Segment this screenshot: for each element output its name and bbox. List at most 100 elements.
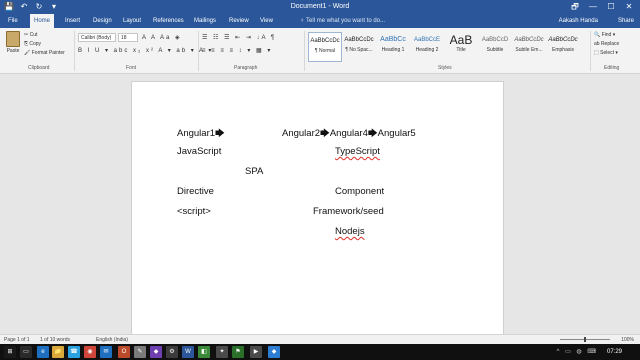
doc-line[interactable]: Angular2🡆Angular4🡆Angular5 — [282, 126, 416, 142]
tab-file[interactable]: File — [4, 14, 22, 28]
style-name: Emphasis — [552, 47, 574, 53]
group-divider — [74, 31, 75, 71]
taskbar-app-icon[interactable]: O — [118, 346, 130, 358]
clipboard-commands: ✂ Cut ⎘ Copy 🖌 Format Painter — [24, 31, 65, 58]
taskbar-app-icon[interactable]: ☎ — [68, 346, 80, 358]
window-title: Document1 - Word — [290, 3, 350, 10]
close-button[interactable]: ✕ — [620, 0, 638, 14]
style-preview: AaBbCcD — [481, 37, 509, 43]
user-name[interactable]: Aakash Handa — [559, 14, 598, 28]
share-button[interactable]: Share — [618, 14, 634, 28]
tab-view[interactable]: View — [256, 14, 277, 28]
window-controls: 🗗 — ☐ ✕ — [566, 0, 638, 14]
taskbar-app-icon[interactable]: ◧ — [198, 346, 210, 358]
tab-design[interactable]: Design — [89, 14, 116, 28]
style-preview: AaBbCcDc — [548, 37, 578, 43]
style-name: Heading 1 — [381, 47, 405, 53]
tab-review[interactable]: Review — [225, 14, 253, 28]
style-name: Subtitle — [486, 47, 504, 53]
title-bar: 💾 ↶ ↻ ▾ Document1 - Word 🗗 — ☐ ✕ — [0, 0, 640, 14]
doc-line[interactable]: Angular1🡆 — [177, 126, 225, 142]
tell-me-box[interactable]: ♀ Tell me what you want to do... — [300, 14, 385, 28]
taskbar-app-icon[interactable]: ▭ — [20, 346, 32, 358]
taskbar-app-icon[interactable]: ⚑ — [232, 346, 244, 358]
style-name: Title — [456, 47, 466, 53]
doc-line[interactable]: <script> — [177, 206, 211, 217]
style-subtitle[interactable]: AaBbCcD Subtitle — [478, 32, 512, 62]
doc-line[interactable]: SPA — [245, 166, 263, 177]
clipboard-icon — [6, 31, 20, 47]
style-preview: AaBbCcDc — [514, 37, 544, 43]
style-preview: AaBbCc — [380, 36, 406, 43]
font-size-tools[interactable]: A A Aa ◈ — [142, 34, 182, 41]
taskbar-app-icon[interactable]: ✉ — [100, 346, 112, 358]
doc-line[interactable]: Framework/seed — [313, 206, 384, 217]
tab-insert[interactable]: Insert — [61, 14, 84, 28]
clipboard-group-label: Clipboard — [28, 65, 50, 71]
style-subtle-emphasis[interactable]: AaBbCcDc Subtle Em... — [512, 32, 546, 62]
clock[interactable]: 07:29 — [607, 344, 622, 360]
paragraph-align-tools[interactable]: ≡ ≡ ≡ ≡ ↕ ▾ ▦ ▾ — [202, 47, 272, 54]
group-divider — [198, 31, 199, 71]
taskbar-app-icon[interactable]: ◆ — [150, 346, 162, 358]
zoom-slider[interactable] — [560, 337, 610, 342]
editing-group-label: Editing — [604, 65, 620, 71]
cut-button[interactable]: ✂ Cut — [24, 31, 65, 40]
taskbar-app-icon[interactable]: ⊞ — [4, 346, 16, 358]
tab-home[interactable]: Home — [30, 14, 55, 28]
taskbar-app-icon[interactable]: ◆ — [268, 346, 280, 358]
font-size-dropdown[interactable]: 18 — [118, 33, 138, 42]
taskbar: ^ ▭ ◍ ⌨ 07:29 ⊞ ▭ e 📁 ☎ ◉ ✉ O ✎ ◆ ⚙ W ◧ ✦ ⚑ ▶ ◆ — [0, 344, 640, 360]
taskbar-app-icon[interactable]: ✎ — [134, 346, 146, 358]
group-divider — [590, 31, 591, 71]
tab-layout[interactable]: Layout — [119, 14, 145, 28]
style-title[interactable]: AaB Title — [444, 32, 478, 62]
ribbon-display-icon[interactable]: 🗗 — [566, 0, 584, 14]
paste-label: Paste — [6, 48, 20, 54]
style-no-spacing[interactable]: AaBbCcDc ¶ No Spac... — [342, 32, 376, 62]
style-preview: AaBbCcDc — [344, 37, 374, 43]
styles-group-label: Styles — [438, 65, 452, 71]
taskbar-app-icon[interactable]: ◉ — [84, 346, 96, 358]
paragraph-group-label: Paragraph — [234, 65, 258, 71]
select-button[interactable]: ⬚ Select ▾ — [594, 49, 619, 58]
style-heading-2[interactable]: AaBbCcE Heading 2 — [410, 32, 444, 62]
doc-line[interactable]: Component — [335, 186, 384, 197]
taskbar-app-icon[interactable]: e — [37, 346, 49, 358]
style-preview: AaBbCcE — [413, 37, 440, 43]
tab-mailings[interactable]: Mailings — [190, 14, 220, 28]
find-button[interactable]: 🔍 Find ▾ — [594, 31, 619, 40]
style-preview: AaB — [449, 33, 473, 46]
ribbon: Paste ✂ Cut ⎘ Copy 🖌 Format Painter Clip… — [0, 28, 640, 74]
font-name-dropdown[interactable]: Calibri (Body) — [78, 33, 116, 42]
tray-icons[interactable]: ^ ▭ ◍ ⌨ — [557, 344, 598, 360]
style-heading-1[interactable]: AaBbCc Heading 1 — [376, 32, 410, 62]
paragraph-list-tools[interactable]: ☰ ☷ ☰ ⇤ ⇥ ↓A ¶ — [202, 34, 276, 41]
taskbar-app-icon[interactable]: ▶ — [250, 346, 262, 358]
font-format-tools[interactable]: B I U ▾ abc x₂ x² A ▾ ab ▾ A ▾ — [78, 47, 213, 54]
style-emphasis[interactable]: AaBbCcDc Emphasis — [546, 32, 580, 62]
copy-button[interactable]: ⎘ Copy — [24, 40, 65, 49]
taskbar-app-icon[interactable]: W — [182, 346, 194, 358]
style-name: Subtle Em... — [515, 47, 543, 53]
taskbar-app-icon[interactable]: ✦ — [216, 346, 228, 358]
paste-button[interactable]: Paste — [4, 31, 22, 54]
style-normal[interactable]: AaBbCcDc ¶ Normal — [308, 32, 342, 62]
style-name: ¶ Normal — [314, 48, 336, 54]
style-name: Heading 2 — [415, 47, 439, 53]
taskbar-app-icon[interactable]: ⚙ — [166, 346, 178, 358]
replace-button[interactable]: ab Replace — [594, 40, 619, 49]
minimize-button[interactable]: — — [584, 0, 602, 14]
status-bar: Page 1 of 1 1 of 10 words English (India… — [0, 334, 640, 344]
document-page[interactable]: Angular1🡆 Angular2🡆Angular4🡆Angular5 Jav… — [131, 81, 504, 335]
font-group-label: Font — [126, 65, 137, 71]
doc-line[interactable]: TypeScript — [335, 146, 380, 157]
maximize-button[interactable]: ☐ — [602, 0, 620, 14]
doc-line[interactable]: JavaScript — [177, 146, 221, 157]
doc-line[interactable]: Directive — [177, 186, 214, 197]
tab-references[interactable]: References — [149, 14, 188, 28]
ribbon-tabs: File Home Insert Design Layout Reference… — [0, 14, 640, 28]
format-painter-button[interactable]: 🖌 Format Painter — [24, 49, 65, 58]
taskbar-app-icon[interactable]: 📁 — [52, 346, 64, 358]
doc-line[interactable]: Nodejs — [335, 226, 365, 237]
